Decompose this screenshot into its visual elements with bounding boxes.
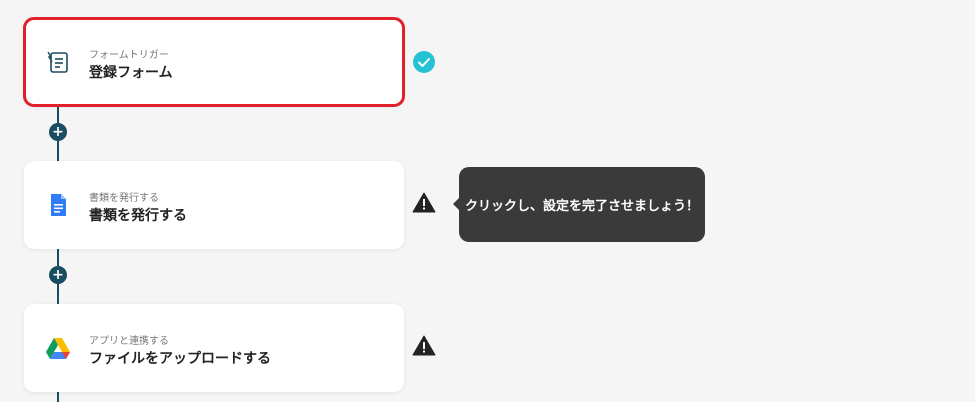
google-drive-icon	[44, 334, 72, 362]
step-title: 登録フォーム	[89, 65, 173, 81]
form-icon	[44, 48, 72, 76]
step-title: ファイルをアップロードする	[89, 351, 271, 367]
complete-check-icon	[412, 50, 436, 74]
warning-icon	[412, 334, 436, 358]
google-docs-icon	[44, 191, 72, 219]
step-card-form-trigger[interactable]: フォームトリガー 登録フォーム	[23, 17, 405, 107]
step-subtitle: フォームトリガー	[89, 50, 169, 61]
warning-icon	[412, 191, 436, 215]
add-step-button[interactable]: +	[49, 266, 67, 284]
step-card-upload-file[interactable]: アプリと連携する ファイルをアップロードする	[24, 304, 404, 392]
add-step-button[interactable]: +	[49, 123, 67, 141]
step-card-issue-document[interactable]: 書類を発行する 書類を発行する	[24, 161, 404, 249]
step-subtitle: アプリと連携する	[89, 336, 169, 347]
step-subtitle: 書類を発行する	[89, 193, 159, 204]
tooltip-text: クリックし、設定を完了させましょう！	[464, 199, 699, 214]
step-title: 書類を発行する	[89, 208, 187, 224]
setup-hint-tooltip: クリックし、設定を完了させましょう！	[453, 167, 705, 242]
